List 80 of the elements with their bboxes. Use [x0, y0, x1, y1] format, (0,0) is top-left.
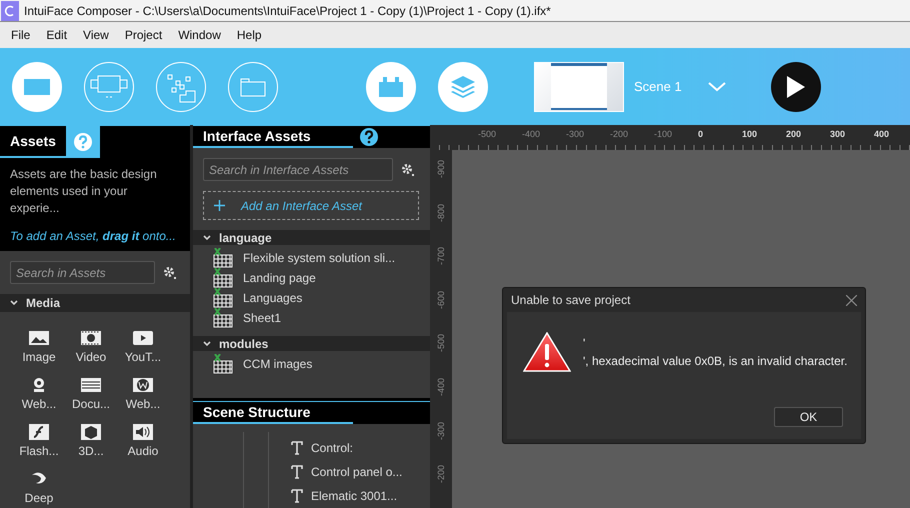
menu-item[interactable]: Project [116, 28, 170, 42]
close-icon[interactable] [846, 294, 857, 306]
search-field[interactable]: Search in Assets [10, 261, 155, 284]
asset-item[interactable]: Video [66, 330, 116, 364]
block-icon [379, 76, 403, 96]
panel-description: Assets are the basic design elements used in your experie... [10, 166, 158, 217]
menu-item[interactable]: Edit [38, 28, 76, 42]
error-message: ' [583, 336, 586, 350]
plus-icon [214, 200, 225, 212]
rectangle-icon [24, 78, 50, 94]
asset-name[interactable]: Sheet1 [243, 311, 282, 326]
building-block-button[interactable] [366, 62, 416, 112]
menu-item[interactable]: Window [170, 28, 229, 42]
folder-icon [240, 76, 266, 96]
layout-button[interactable] [84, 62, 134, 112]
scene-thumbnail[interactable] [534, 62, 624, 112]
speaker-icon [133, 424, 153, 440]
layers-button[interactable] [438, 62, 488, 112]
asset-item[interactable]: Audio [118, 424, 168, 458]
group-header[interactable]: language [193, 230, 430, 246]
play-icon [786, 76, 804, 98]
play-button[interactable] [771, 62, 821, 112]
asset-item[interactable]: YouT... [118, 330, 168, 364]
scene-name: Scene 1 [634, 79, 683, 94]
document-icon [81, 377, 101, 393]
screen-button[interactable] [12, 62, 62, 112]
asset-item[interactable]: Flash... [14, 424, 64, 458]
asset-item[interactable]: Image [14, 330, 64, 364]
asset-item[interactable]: Docu... [66, 377, 116, 411]
add-asset-button[interactable]: Add an Interface Asset [203, 191, 419, 220]
film-icon [81, 330, 101, 346]
settings-icon[interactable] [163, 266, 176, 279]
warning-icon [523, 332, 571, 372]
ok-button[interactable]: OK [774, 407, 843, 427]
vertical-ruler: -900 -800 -700 -600 -500 -400 -300 -200 [430, 150, 452, 508]
spreadsheet-icon [213, 268, 233, 288]
scene-item[interactable]: Control panel o... [311, 465, 402, 479]
asset-name[interactable]: CCM images [243, 357, 312, 372]
flash-icon [29, 424, 49, 440]
drag-hint: To add an Asset, drag it onto... [10, 229, 177, 243]
picture-icon [29, 330, 49, 346]
menu-item[interactable]: File [3, 28, 38, 42]
scene-item[interactable]: Elematic 3001... [311, 489, 398, 503]
play-icon [133, 330, 153, 346]
asset-item[interactable]: Web... [14, 377, 64, 411]
asset-item[interactable]: 3D... [66, 424, 116, 458]
group-header[interactable]: modules [193, 336, 430, 352]
assets-folder-button[interactable] [156, 62, 206, 112]
settings-icon[interactable] [401, 163, 414, 176]
layout-icon [90, 74, 128, 100]
category-header[interactable]: Media [0, 294, 190, 312]
text-icon [291, 489, 303, 503]
text-icon [291, 465, 303, 479]
cube-icon [81, 424, 101, 440]
dialog-title: Unable to save project [511, 293, 630, 307]
window-title: IntuiFace Composer - C:\Users\a\Documents\IntuiFace\Project 1 - Copy (1)\Project 1 - Copy (1).ifx* [24, 4, 551, 18]
group-label: language [219, 230, 272, 245]
error-message: ', hexadecimal value 0x0B, is an invalid character. [583, 354, 848, 368]
asset-item[interactable]: Deep [14, 471, 64, 505]
asset-name[interactable]: Flexible system solution sli... [243, 251, 396, 266]
asset-name[interactable]: Landing page [243, 271, 316, 286]
menu-item[interactable]: Help [228, 28, 270, 42]
search-field[interactable]: Search in Interface Assets [203, 158, 393, 182]
asset-name[interactable]: Languages [243, 291, 302, 306]
spreadsheet-icon [213, 288, 233, 308]
scene-item[interactable]: Control: [311, 441, 354, 455]
horizontal-ruler: -500 -400 -300 -200 -100 0 100 200 300 400 [430, 125, 910, 150]
help-icon [72, 132, 93, 152]
menu-item[interactable]: View [75, 28, 117, 42]
spreadsheet-icon [213, 354, 233, 374]
asset-item[interactable]: Web... [118, 377, 168, 411]
text-icon [291, 441, 303, 455]
globe-icon [133, 377, 153, 393]
group-label: modules [219, 336, 268, 351]
category-label: Media [26, 296, 60, 310]
folder-button[interactable] [228, 62, 278, 112]
spreadsheet-icon [213, 308, 233, 328]
chevron-down-icon[interactable] [708, 82, 726, 92]
spreadsheet-icon [213, 248, 233, 268]
layers-icon [450, 74, 476, 98]
